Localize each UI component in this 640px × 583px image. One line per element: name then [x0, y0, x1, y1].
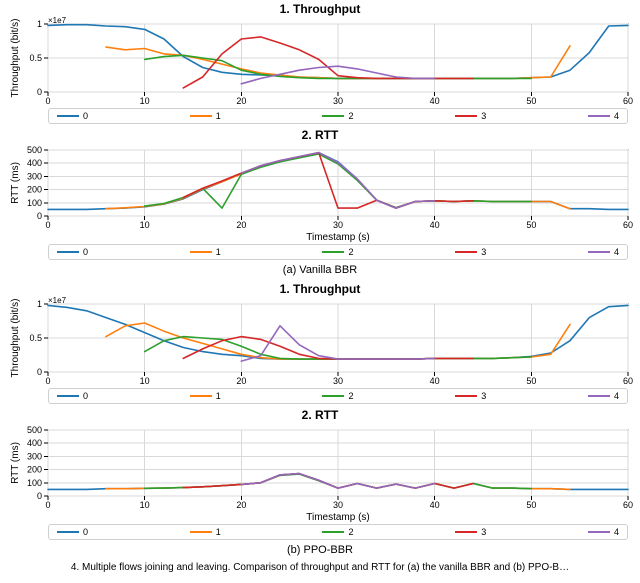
svg-text:0: 0 — [45, 96, 50, 106]
legend-item-3: 3 — [455, 111, 486, 121]
svg-text:Throughput (bit/s): Throughput (bit/s) — [10, 19, 21, 98]
svg-text:100: 100 — [27, 198, 42, 208]
legend-item-1: 1 — [190, 527, 221, 537]
svg-text:60: 60 — [623, 220, 633, 230]
subcaption-vanilla: (a) Vanilla BBR — [6, 264, 634, 276]
legend-item-1: 1 — [190, 111, 221, 121]
chart-vanilla-rtt: 0 100 200 300 400 500 0 10 20 30 40 50 60 RTT (ms) Tim… — [6, 142, 634, 242]
svg-text:60: 60 — [623, 376, 633, 386]
svg-text:60: 60 — [623, 500, 633, 510]
svg-text:50: 50 — [526, 220, 536, 230]
svg-text:0: 0 — [45, 220, 50, 230]
legend-item-4: 4 — [588, 391, 619, 401]
chart-title-ppo-throughput: 1. Throughput — [6, 282, 634, 296]
legend-item-4: 4 — [588, 247, 619, 257]
svg-text:0: 0 — [37, 491, 42, 501]
svg-text:300: 300 — [27, 451, 42, 461]
svg-text:40: 40 — [430, 500, 440, 510]
legend-item-1: 1 — [190, 391, 221, 401]
chart-title-ppo-rtt: 2. RTT — [6, 408, 634, 422]
svg-text:40: 40 — [430, 220, 440, 230]
svg-text:50: 50 — [526, 376, 536, 386]
svg-text:0.5: 0.5 — [29, 333, 42, 343]
svg-text:30: 30 — [333, 500, 343, 510]
svg-text:10: 10 — [140, 220, 150, 230]
svg-text:30: 30 — [333, 376, 343, 386]
legend-vanilla-throughput: 0 1 2 3 4 — [48, 108, 628, 124]
legend-item-2: 2 — [322, 527, 353, 537]
svg-text:0: 0 — [45, 500, 50, 510]
legend-item-3: 3 — [455, 247, 486, 257]
svg-text:40: 40 — [430, 96, 440, 106]
legend-item-0: 0 — [57, 111, 88, 121]
svg-text:500: 500 — [27, 145, 42, 155]
svg-text:50: 50 — [526, 96, 536, 106]
legend-ppo-rtt: 0 1 2 3 4 — [48, 524, 628, 540]
svg-text:10: 10 — [140, 96, 150, 106]
svg-text:RTT (ms): RTT (ms) — [10, 162, 21, 204]
svg-text:0: 0 — [37, 87, 42, 97]
svg-text:10: 10 — [140, 500, 150, 510]
chart-ppo-rtt: 0 100 200 300 400 500 0 10 20 30 40 50 60 RTT (ms) Tim… — [6, 422, 634, 522]
legend-item-2: 2 — [322, 247, 353, 257]
chart-ppo-throughput: 00.510102030405060Throughput (bit/s)×1e7 — [6, 296, 634, 386]
svg-text:400: 400 — [27, 158, 42, 168]
series-3 — [183, 337, 473, 360]
legend-item-2: 2 — [322, 391, 353, 401]
svg-text:20: 20 — [236, 500, 246, 510]
legend-item-0: 0 — [57, 527, 88, 537]
svg-text:400: 400 — [27, 438, 42, 448]
chart-title-vanilla-rtt: 2. RTT — [6, 128, 634, 142]
chart-title-vanilla-throughput: 1. Throughput — [6, 2, 634, 16]
svg-text:0.5: 0.5 — [29, 53, 42, 63]
chart-vanilla-throughput: 00.510102030405060Throughput (bit/s)×1e7 — [6, 16, 634, 106]
legend-item-0: 0 — [57, 391, 88, 401]
svg-text:50: 50 — [526, 500, 536, 510]
svg-text:×1e7: ×1e7 — [48, 296, 67, 305]
svg-text:30: 30 — [333, 96, 343, 106]
svg-text:0: 0 — [37, 367, 42, 377]
svg-text:200: 200 — [27, 185, 42, 195]
svg-text:1: 1 — [37, 299, 42, 309]
svg-text:0: 0 — [37, 211, 42, 221]
series-3 — [183, 474, 473, 489]
legend-item-0: 0 — [57, 247, 88, 257]
svg-text:40: 40 — [430, 376, 440, 386]
figure-caption: 4. Multiple flows joining and leaving. C… — [6, 562, 634, 573]
svg-text:20: 20 — [236, 376, 246, 386]
legend-item-2: 2 — [322, 111, 353, 121]
svg-text:Timestamp (s): Timestamp (s) — [306, 512, 370, 522]
svg-text:300: 300 — [27, 171, 42, 181]
svg-text:RTT (ms): RTT (ms) — [10, 442, 21, 484]
svg-text:1: 1 — [37, 19, 42, 29]
svg-text:20: 20 — [236, 96, 246, 106]
svg-text:Throughput (bit/s): Throughput (bit/s) — [10, 299, 21, 378]
svg-text:200: 200 — [27, 465, 42, 475]
svg-text:100: 100 — [27, 478, 42, 488]
svg-text:60: 60 — [623, 96, 633, 106]
legend-item-3: 3 — [455, 527, 486, 537]
svg-text:×1e7: ×1e7 — [48, 16, 67, 25]
svg-text:Timestamp (s): Timestamp (s) — [306, 232, 370, 242]
legend-item-3: 3 — [455, 391, 486, 401]
legend-item-4: 4 — [588, 527, 619, 537]
legend-item-4: 4 — [588, 111, 619, 121]
legend-ppo-throughput: 0 1 2 3 4 — [48, 388, 628, 404]
svg-text:30: 30 — [333, 220, 343, 230]
svg-text:10: 10 — [140, 376, 150, 386]
svg-text:500: 500 — [27, 425, 42, 435]
legend-item-1: 1 — [190, 247, 221, 257]
svg-text:20: 20 — [236, 220, 246, 230]
svg-text:0: 0 — [45, 376, 50, 386]
subcaption-ppo: (b) PPO-BBR — [6, 544, 634, 556]
legend-vanilla-rtt: 0 1 2 3 4 — [48, 244, 628, 260]
